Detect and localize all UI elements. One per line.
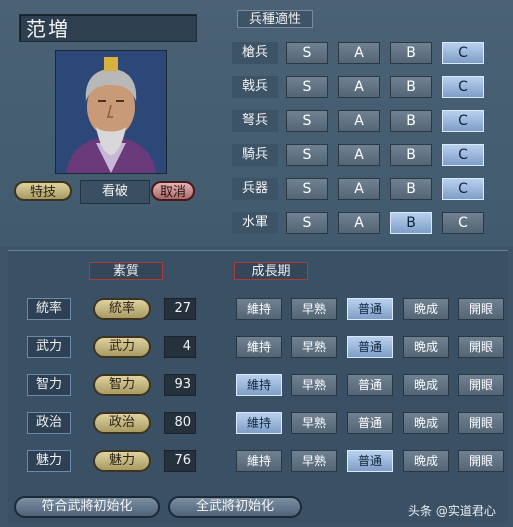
aptitude-row-label: 騎兵 (232, 144, 278, 166)
growth-option-button[interactable]: 晩成 (403, 298, 449, 320)
stat-button[interactable]: 智力 (93, 374, 151, 396)
growth-option-button[interactable]: 晩成 (403, 374, 449, 396)
stat-value[interactable]: 93 (164, 374, 196, 396)
stat-label: 武力 (27, 336, 71, 358)
reset-all-button[interactable]: 全武將初始化 (168, 496, 302, 518)
officer-name: 范増 (19, 14, 197, 42)
aptitude-grade-button[interactable]: S (286, 110, 328, 132)
stat-label: 智力 (27, 374, 71, 396)
growth-option-button[interactable]: 普通 (347, 336, 393, 358)
stat-label: 統率 (27, 298, 71, 320)
aptitude-grade-button[interactable]: B (390, 212, 432, 234)
growth-option-button[interactable]: 晩成 (403, 450, 449, 472)
aptitude-grade-button[interactable]: C (442, 42, 484, 64)
stat-button[interactable]: 武力 (93, 336, 151, 358)
aptitude-grade-button[interactable]: S (286, 144, 328, 166)
growth-option-button[interactable]: 早熟 (291, 374, 337, 396)
growth-option-button[interactable]: 早熟 (291, 298, 337, 320)
aptitude-grade-button[interactable]: C (442, 212, 484, 234)
aptitude-grade-button[interactable]: C (442, 178, 484, 200)
aptitude-grade-button[interactable]: C (442, 144, 484, 166)
growth-option-button[interactable]: 維持 (236, 374, 282, 396)
aptitude-grade-button[interactable]: A (338, 212, 380, 234)
aptitude-grade-button[interactable]: S (286, 212, 328, 234)
aptitude-grade-button[interactable]: B (390, 76, 432, 98)
stat-value[interactable]: 76 (164, 450, 196, 472)
aptitude-row-label: 戟兵 (232, 76, 278, 98)
growth-option-button[interactable]: 普通 (347, 374, 393, 396)
stat-button[interactable]: 統率 (93, 298, 151, 320)
growth-option-button[interactable]: 早熟 (291, 450, 337, 472)
aptitude-row-label: 兵器 (232, 178, 278, 200)
aptitude-grade-button[interactable]: B (390, 178, 432, 200)
cancel-button[interactable]: 取消 (151, 181, 195, 201)
aptitude-row-label: 槍兵 (232, 42, 278, 64)
stats-section-title: 素質 (89, 262, 163, 280)
aptitude-title: 兵種適性 (237, 10, 313, 28)
aptitude-grade-button[interactable]: A (338, 76, 380, 98)
growth-option-button[interactable]: 晩成 (403, 336, 449, 358)
stat-value[interactable]: 27 (164, 298, 196, 320)
growth-option-button[interactable]: 維持 (236, 298, 282, 320)
aptitude-row-label: 弩兵 (232, 110, 278, 132)
portrait-image (56, 51, 166, 173)
growth-option-button[interactable]: 開眼 (458, 412, 504, 434)
aptitude-grade-button[interactable]: S (286, 178, 328, 200)
stat-label: 政治 (27, 412, 71, 434)
growth-option-button[interactable]: 維持 (236, 336, 282, 358)
aptitude-grade-button[interactable]: A (338, 144, 380, 166)
aptitude-grade-button[interactable]: A (338, 178, 380, 200)
officer-portrait (55, 50, 167, 174)
aptitude-grade-button[interactable]: B (390, 42, 432, 64)
aptitude-grade-button[interactable]: A (338, 42, 380, 64)
growth-option-button[interactable]: 普通 (347, 298, 393, 320)
growth-option-button[interactable]: 維持 (236, 412, 282, 434)
aptitude-grade-button[interactable]: B (390, 110, 432, 132)
growth-option-button[interactable]: 早熟 (291, 336, 337, 358)
growth-option-button[interactable]: 晩成 (403, 412, 449, 434)
aptitude-grade-button[interactable]: C (442, 76, 484, 98)
aptitude-grade-button[interactable]: S (286, 76, 328, 98)
growth-option-button[interactable]: 普通 (347, 412, 393, 434)
aptitude-grade-button[interactable]: B (390, 144, 432, 166)
growth-option-button[interactable]: 普通 (347, 450, 393, 472)
growth-option-button[interactable]: 早熟 (291, 412, 337, 434)
aptitude-row-label: 水軍 (232, 212, 278, 234)
stat-button[interactable]: 魅力 (93, 450, 151, 472)
skill-button[interactable]: 特技 (14, 181, 72, 201)
stat-value[interactable]: 80 (164, 412, 196, 434)
growth-option-button[interactable]: 開眼 (458, 450, 504, 472)
aptitude-grade-button[interactable]: S (286, 42, 328, 64)
stat-button[interactable]: 政治 (93, 412, 151, 434)
growth-section-title: 成長期 (234, 262, 308, 280)
growth-option-button[interactable]: 開眼 (458, 374, 504, 396)
stat-label: 魅力 (27, 450, 71, 472)
skill-name: 看破 (80, 180, 150, 204)
reset-matching-button[interactable]: 符合武將初始化 (14, 496, 160, 518)
aptitude-grade-button[interactable]: C (442, 110, 484, 132)
growth-option-button[interactable]: 開眼 (458, 298, 504, 320)
aptitude-grade-button[interactable]: A (338, 110, 380, 132)
watermark: 头条 @实道君心 (408, 504, 496, 518)
growth-option-button[interactable]: 開眼 (458, 336, 504, 358)
stat-value[interactable]: 4 (164, 336, 196, 358)
growth-option-button[interactable]: 維持 (236, 450, 282, 472)
